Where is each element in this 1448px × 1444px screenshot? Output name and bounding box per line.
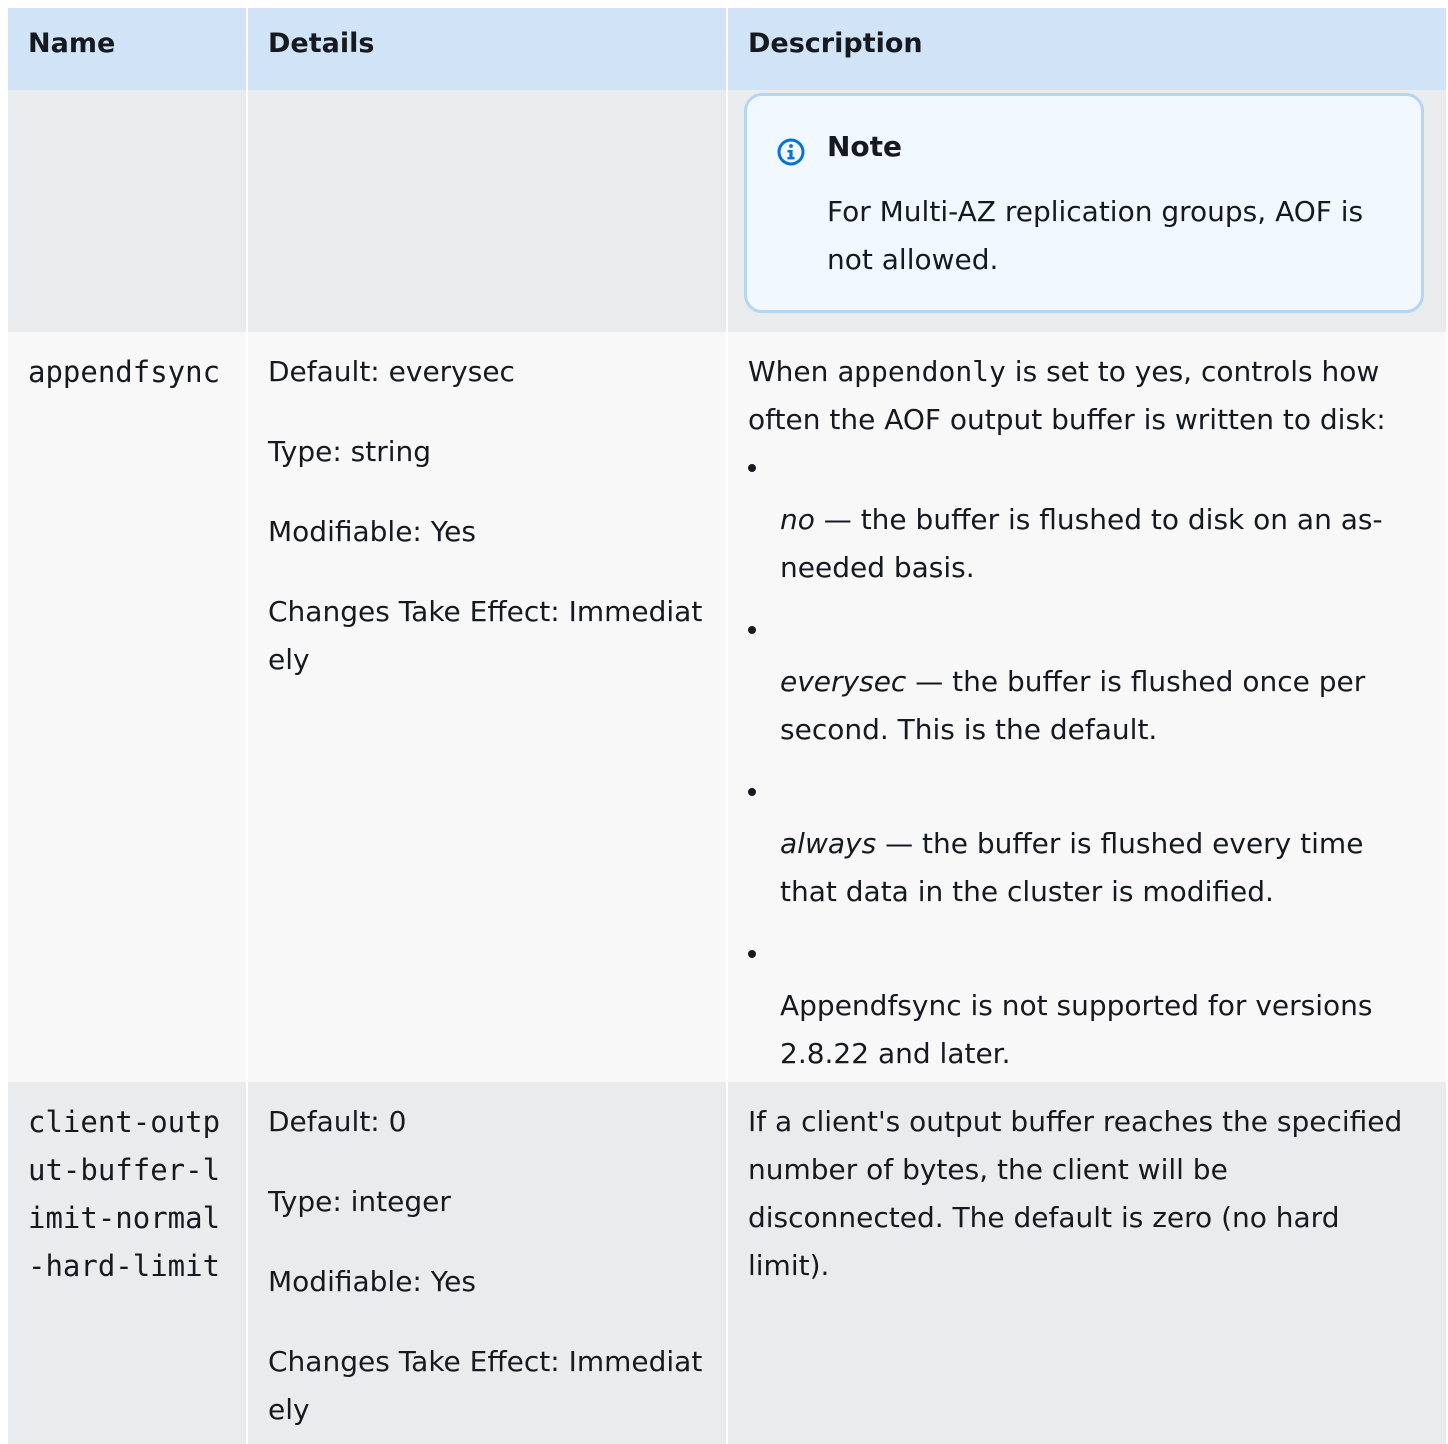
table-row: client-output-buffer-limit-normal-hard-l… (8, 1082, 1446, 1444)
table-header-row: Name Details Description (8, 8, 1446, 90)
column-header-details: Details (248, 8, 728, 90)
note-callout: Note For Multi-AZ replication groups, AO… (744, 93, 1424, 313)
parameter-name: client-output-buffer-limit-normal-hard-l… (28, 1105, 221, 1283)
modifiable-value: Modifiable: Yes (268, 515, 476, 548)
type-value: Type: string (268, 435, 432, 468)
code-appendonly: appendonly (837, 355, 1006, 388)
parameters-table: Name Details Description Note For Multi-… (8, 8, 1446, 1444)
bullet-icon (748, 788, 756, 796)
bullet-icon (748, 626, 756, 634)
list-item: no — the buffer is flushed to disk on an… (748, 464, 1426, 592)
column-header-description: Description (748, 28, 923, 59)
parameter-name: appendfsync (28, 355, 221, 389)
options-list: no — the buffer is flushed to disk on an… (748, 464, 1426, 1078)
description-text: When appendonly is set to yes, controls … (748, 355, 1386, 436)
list-item: always — the buffer is flushed every tim… (748, 788, 1426, 916)
list-item: everysec — the buffer is flushed once pe… (748, 626, 1426, 754)
description-text: If a client's output buffer reaches the … (748, 1105, 1403, 1282)
modifiable-value: Modifiable: Yes (268, 1265, 476, 1298)
info-icon (777, 138, 805, 166)
table-row: appendfsync Default: everysec Type: stri… (8, 332, 1446, 1082)
note-title: Note (827, 130, 903, 163)
type-value: Type: integer (268, 1185, 451, 1218)
default-value: Default: 0 (268, 1105, 407, 1138)
changes-take-effect: Changes Take Effect: Immediately (268, 1345, 703, 1426)
list-item: Appendfsync is not supported for version… (748, 950, 1426, 1078)
changes-take-effect: Changes Take Effect: Immediately (268, 595, 703, 676)
name-cell (8, 90, 248, 332)
note-body: For Multi-AZ replication groups, AOF is … (827, 195, 1364, 276)
bullet-icon (748, 950, 756, 958)
description-cell: Note For Multi-AZ replication groups, AO… (728, 90, 1446, 332)
default-value: Default: everysec (268, 355, 515, 388)
column-header-name: Name (8, 8, 248, 90)
table-row: Note For Multi-AZ replication groups, AO… (8, 90, 1446, 332)
bullet-icon (748, 464, 756, 472)
details-cell (248, 90, 728, 332)
